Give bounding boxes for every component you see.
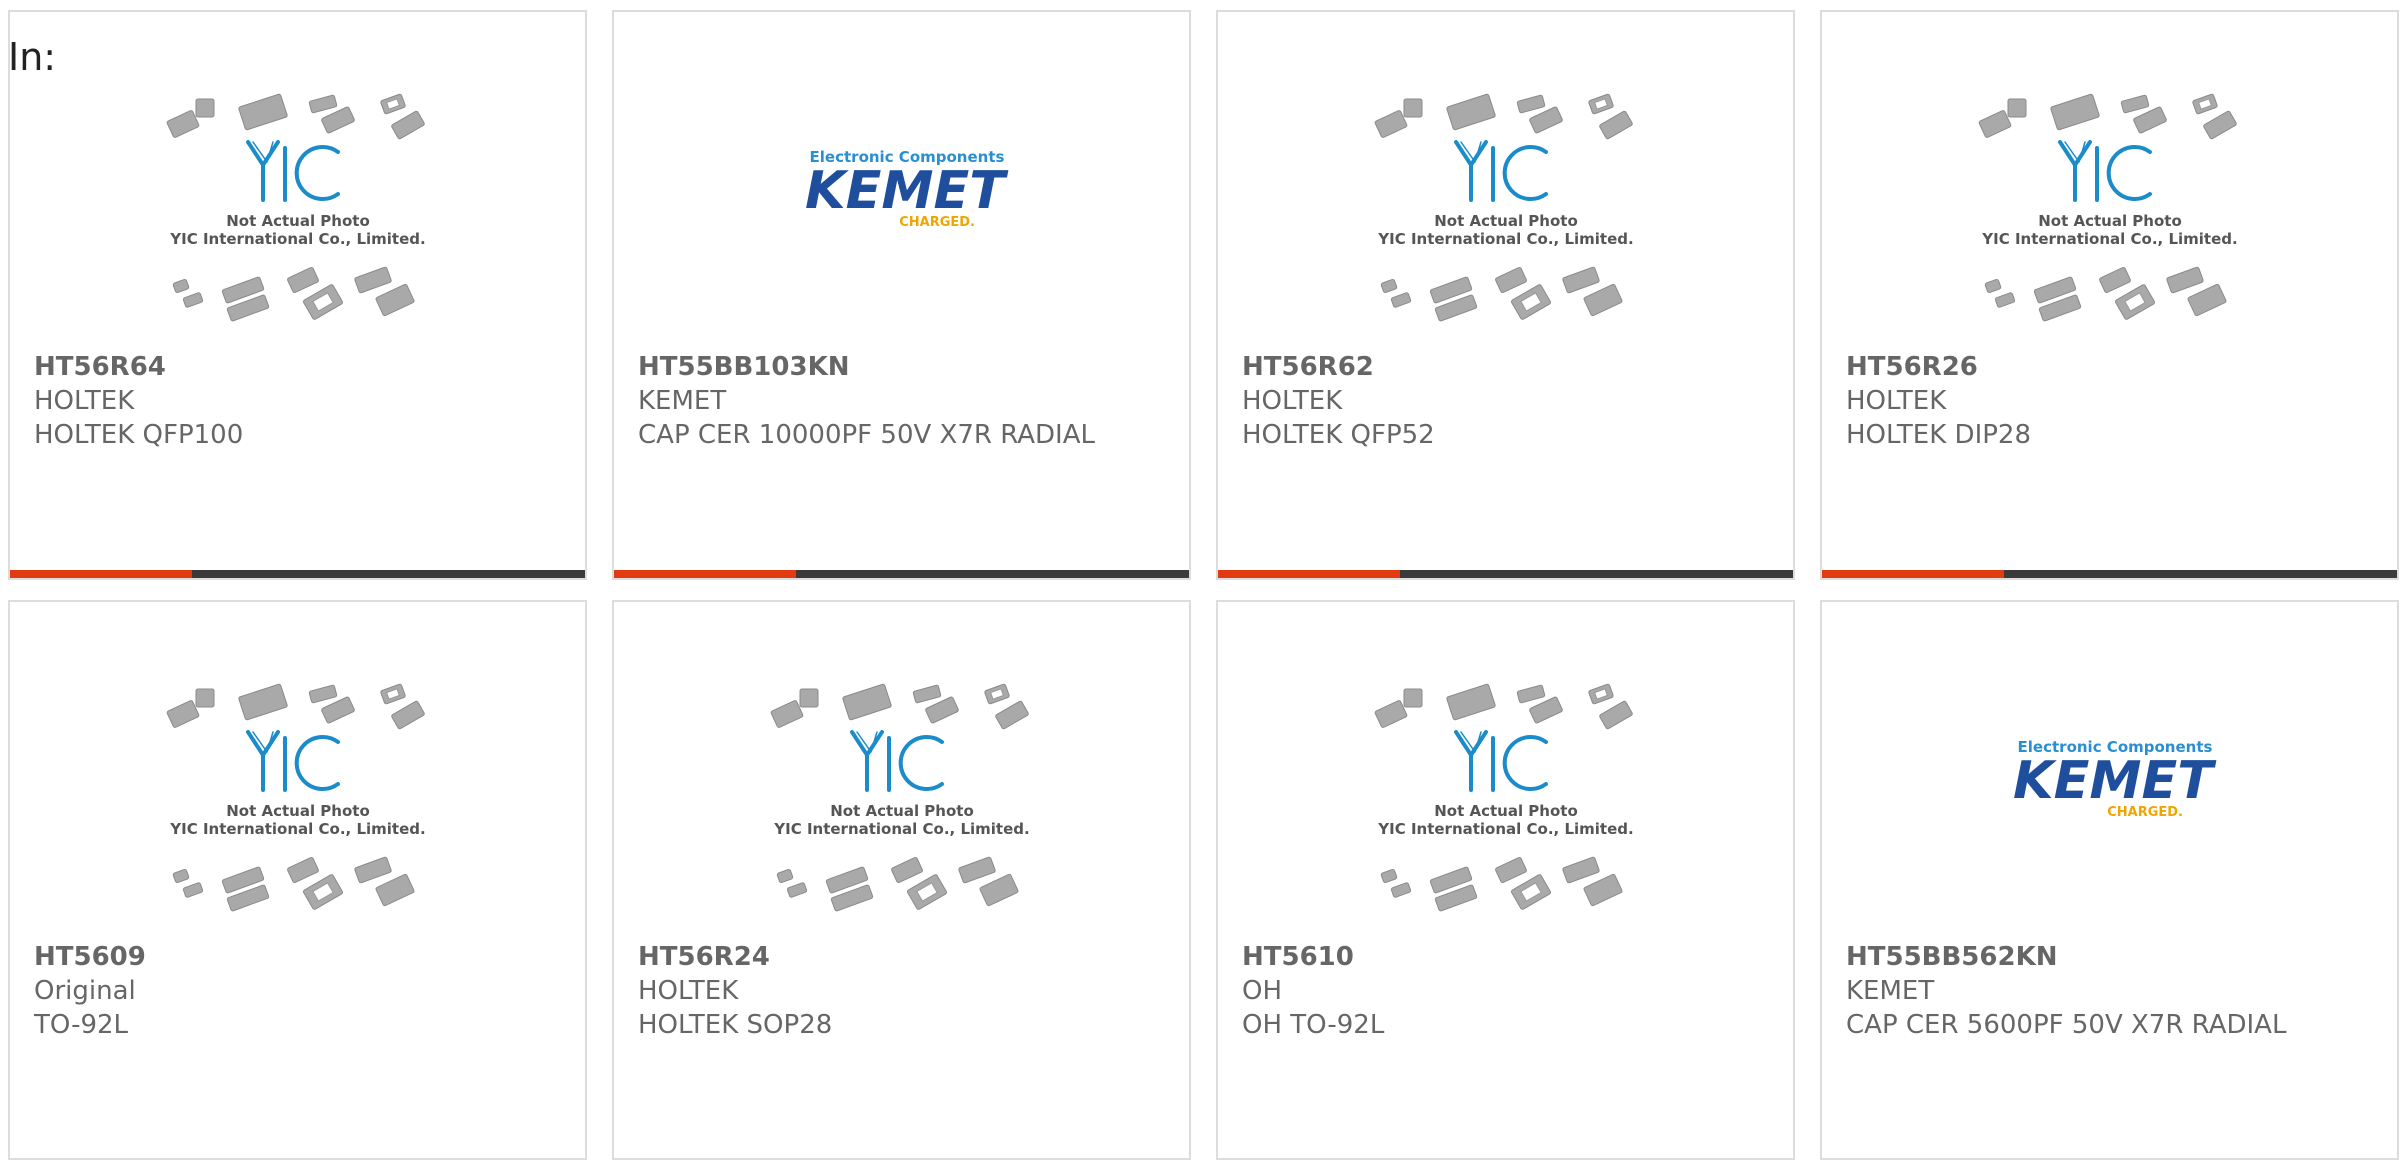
product-info: HT5609 Original TO-92L (34, 940, 561, 1042)
placeholder-caption-line1: Not Actual Photo (1434, 802, 1578, 820)
placeholder-caption-line2: YIC International Co., Limited. (169, 230, 425, 248)
yic-placeholder-image: Not Actual PhotoYIC International Co., L… (1374, 683, 1633, 912)
description: HOLTEK QFP100 (34, 420, 244, 450)
description: HOLTEK DIP28 (1846, 420, 2031, 450)
placeholder-caption-line2: YIC International Co., Limited. (1377, 230, 1633, 248)
placeholder-caption-line2: YIC International Co., Limited. (1981, 230, 2237, 248)
yic-placeholder-image: Not Actual PhotoYIC International Co., L… (166, 93, 425, 322)
product-image[interactable]: Not Actual Photo YIC International Co., L… (10, 680, 585, 920)
description: TO-92L (34, 1010, 129, 1040)
yic-logo (1453, 140, 1548, 202)
product-image[interactable]: Electronic Components KEMET CHARGED. (614, 90, 1189, 330)
card-accent-bar (1822, 570, 2004, 578)
yic-logo (2057, 140, 2152, 202)
description: OH TO-92L (1242, 1010, 1385, 1040)
placeholder-caption-line2: YIC International Co., Limited. (1377, 820, 1633, 838)
placeholder-caption-line2: YIC International Co., Limited. (773, 820, 1029, 838)
placeholder-caption-line1: Not Actual Photo (2038, 212, 2182, 230)
product-info: HT5610 OH OH TO-92L (1242, 940, 1769, 1042)
product-image[interactable]: Not Actual Photo YIC International Co., L… (10, 90, 585, 330)
card-bottom-bar (10, 570, 585, 578)
product-card[interactable]: Not Actual Photo YIC International Co., L… (1820, 10, 2399, 580)
yic-placeholder-image: Not Actual PhotoYIC International Co., L… (166, 683, 425, 912)
product-card[interactable]: Electronic Components KEMET CHARGED. HT55BB… (612, 10, 1191, 580)
product-card[interactable]: Not Actual Photo YIC International Co., L… (612, 600, 1191, 1160)
manufacturer: HOLTEK (638, 976, 739, 1006)
product-card[interactable]: Not Actual Photo YIC International Co., L… (1216, 600, 1795, 1160)
product-card[interactable]: Electronic Components KEMET CHARGED. HT55BB… (1820, 600, 2399, 1160)
manufacturer: HOLTEK (1846, 386, 1947, 416)
product-info: HT56R64 HOLTEK HOLTEK QFP100 (34, 350, 561, 452)
part-number-link[interactable]: HT5610 (1242, 940, 1769, 974)
product-image[interactable]: Not Actual Photo YIC International Co., L… (1218, 90, 1793, 330)
placeholder-caption-line1: Not Actual Photo (1434, 212, 1578, 230)
part-number-link[interactable]: HT55BB562KN (1846, 940, 2373, 974)
part-number-link[interactable]: HT56R62 (1242, 350, 1769, 384)
kemet-logo-image: Electronic ComponentsKEMETCHARGED. (2013, 738, 2217, 820)
product-image[interactable]: Electronic Components KEMET CHARGED. (1822, 680, 2397, 920)
product-results-page: In: Not Actual Photo YIC International Co… (0, 0, 2400, 1161)
product-image[interactable]: Not Actual Photo YIC International Co., L… (614, 680, 1189, 920)
description: HOLTEK QFP52 (1242, 420, 1435, 450)
manufacturer: HOLTEK (34, 386, 135, 416)
placeholder-caption-line1: Not Actual Photo (226, 802, 370, 820)
part-number-link[interactable]: HT56R64 (34, 350, 561, 384)
card-bottom-bar (1218, 570, 1793, 578)
manufacturer: Original (34, 976, 136, 1006)
product-info: HT55BB562KN KEMET CAP CER 5600PF 50V X7R R… (1846, 940, 2373, 1042)
product-image[interactable]: Not Actual Photo YIC International Co., L… (1218, 680, 1793, 920)
product-grid: Not Actual Photo YIC International Co., L… (8, 10, 2400, 1160)
kemet-logo-image: Electronic ComponentsKEMETCHARGED. (805, 148, 1009, 230)
product-card[interactable]: Not Actual Photo YIC International Co., L… (8, 10, 587, 580)
yic-placeholder-image: Not Actual PhotoYIC International Co., L… (1978, 93, 2237, 322)
placeholder-caption-line1: Not Actual Photo (226, 212, 370, 230)
yic-logo (1453, 730, 1548, 792)
card-bottom-bar (614, 570, 1189, 578)
manufacturer: OH (1242, 976, 1283, 1006)
svg-text:KEMET: KEMET (805, 161, 1009, 221)
svg-text:CHARGED.: CHARGED. (899, 215, 975, 230)
product-card[interactable]: Not Actual Photo YIC International Co., L… (8, 600, 587, 1160)
manufacturer: HOLTEK (1242, 386, 1343, 416)
yic-placeholder-image: Not Actual PhotoYIC International Co., L… (770, 683, 1029, 912)
card-accent-bar (1218, 570, 1400, 578)
card-bottom-bar (1822, 570, 2397, 578)
product-image[interactable]: Not Actual Photo YIC International Co., L… (1822, 90, 2397, 330)
manufacturer: KEMET (638, 386, 727, 416)
yic-logo (245, 730, 340, 792)
product-card[interactable]: Not Actual Photo YIC International Co., L… (1216, 10, 1795, 580)
part-number-link[interactable]: HT55BB103KN (638, 350, 1165, 384)
part-number-link[interactable]: HT5609 (34, 940, 561, 974)
part-number-link[interactable]: HT56R26 (1846, 350, 2373, 384)
description: CAP CER 10000PF 50V X7R RADIAL (638, 420, 1095, 450)
part-number-link[interactable]: HT56R24 (638, 940, 1165, 974)
placeholder-caption-line2: YIC International Co., Limited. (169, 820, 425, 838)
product-info: HT56R24 HOLTEK HOLTEK SOP28 (638, 940, 1165, 1042)
description: CAP CER 5600PF 50V X7R RADIAL (1846, 1010, 2287, 1040)
manufacturer: KEMET (1846, 976, 1935, 1006)
svg-text:CHARGED.: CHARGED. (2107, 805, 2183, 820)
yic-placeholder-image: Not Actual PhotoYIC International Co., L… (1374, 93, 1633, 322)
in-label: In: (8, 35, 57, 79)
product-info: HT56R26 HOLTEK HOLTEK DIP28 (1846, 350, 2373, 452)
card-accent-bar (10, 570, 192, 578)
yic-logo (849, 730, 944, 792)
description: HOLTEK SOP28 (638, 1010, 833, 1040)
card-accent-bar (614, 570, 796, 578)
svg-text:KEMET: KEMET (2013, 751, 2217, 811)
placeholder-caption-line1: Not Actual Photo (830, 802, 974, 820)
product-info: HT55BB103KN KEMET CAP CER 10000PF 50V X7R … (638, 350, 1165, 452)
product-info: HT56R62 HOLTEK HOLTEK QFP52 (1242, 350, 1769, 452)
yic-logo (245, 140, 340, 202)
